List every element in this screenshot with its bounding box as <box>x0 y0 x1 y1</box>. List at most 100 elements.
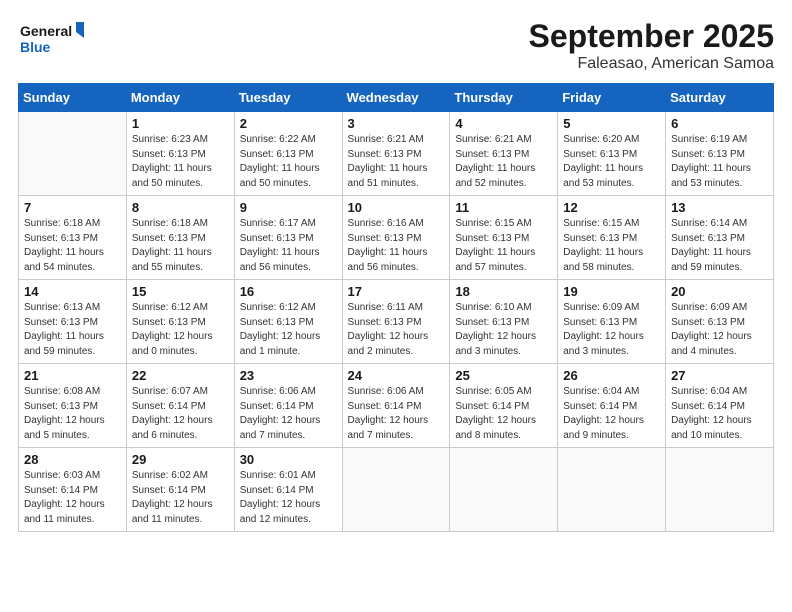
day-number: 14 <box>24 284 121 299</box>
day-info: Sunrise: 6:07 AMSunset: 6:14 PMDaylight:… <box>132 385 229 443</box>
day-number: 30 <box>240 452 337 467</box>
calendar-week-row-1: 1 Sunrise: 6:23 AMSunset: 6:13 PMDaylight… <box>19 112 774 196</box>
col-header-tuesday: Tuesday <box>234 84 342 112</box>
day-info: Sunrise: 6:18 AMSunset: 6:13 PMDaylight:… <box>24 217 121 275</box>
day-number: 5 <box>563 116 660 131</box>
calendar-week-row-3: 14 Sunrise: 6:13 AMSunset: 6:13 PMDayligh… <box>19 280 774 364</box>
calendar-cell: 26 Sunrise: 6:04 AMSunset: 6:14 PMDayligh… <box>558 364 666 448</box>
svg-text:Blue: Blue <box>20 39 51 55</box>
calendar-cell: 14 Sunrise: 6:13 AMSunset: 6:13 PMDayligh… <box>19 280 127 364</box>
location-title: Faleasao, American Samoa <box>529 55 774 73</box>
day-info: Sunrise: 6:11 AMSunset: 6:13 PMDaylight:… <box>348 301 445 359</box>
day-number: 22 <box>132 368 229 383</box>
day-number: 11 <box>455 200 552 215</box>
col-header-sunday: Sunday <box>19 84 127 112</box>
calendar-cell: 3 Sunrise: 6:21 AMSunset: 6:13 PMDaylight… <box>342 112 450 196</box>
logo: GeneralBlue <box>18 18 88 58</box>
day-info: Sunrise: 6:14 AMSunset: 6:13 PMDaylight:… <box>671 217 768 275</box>
day-number: 1 <box>132 116 229 131</box>
day-info: Sunrise: 6:18 AMSunset: 6:13 PMDaylight:… <box>132 217 229 275</box>
day-number: 28 <box>24 452 121 467</box>
day-info: Sunrise: 6:22 AMSunset: 6:13 PMDaylight:… <box>240 133 337 191</box>
day-info: Sunrise: 6:12 AMSunset: 6:13 PMDaylight:… <box>240 301 337 359</box>
month-title: September 2025 <box>529 18 774 55</box>
calendar-week-row-4: 21 Sunrise: 6:08 AMSunset: 6:13 PMDayligh… <box>19 364 774 448</box>
calendar-cell: 6Sunrise: 6:19 AMSunset: 6:13 PMDaylight… <box>666 112 774 196</box>
day-info: Sunrise: 6:04 AMSunset: 6:14 PMDaylight:… <box>563 385 660 443</box>
svg-text:General: General <box>20 23 72 39</box>
day-info: Sunrise: 6:03 AMSunset: 6:14 PMDaylight:… <box>24 469 121 527</box>
calendar-cell: 10 Sunrise: 6:16 AMSunset: 6:13 PMDayligh… <box>342 196 450 280</box>
day-number: 27 <box>671 368 768 383</box>
calendar-header-row: SundayMondayTuesdayWednesdayThursdayFrid… <box>19 84 774 112</box>
col-header-thursday: Thursday <box>450 84 558 112</box>
day-number: 16 <box>240 284 337 299</box>
day-number: 9 <box>240 200 337 215</box>
day-number: 4 <box>455 116 552 131</box>
calendar-cell: 16 Sunrise: 6:12 AMSunset: 6:13 PMDayligh… <box>234 280 342 364</box>
calendar-cell: 5 Sunrise: 6:20 AMSunset: 6:13 PMDaylight… <box>558 112 666 196</box>
calendar-cell: 19 Sunrise: 6:09 AMSunset: 6:13 PMDayligh… <box>558 280 666 364</box>
day-number: 21 <box>24 368 121 383</box>
day-info: Sunrise: 6:12 AMSunset: 6:13 PMDaylight:… <box>132 301 229 359</box>
calendar-cell: 8Sunrise: 6:18 AMSunset: 6:13 PMDaylight… <box>126 196 234 280</box>
day-number: 10 <box>348 200 445 215</box>
day-number: 24 <box>348 368 445 383</box>
day-info: Sunrise: 6:05 AMSunset: 6:14 PMDaylight:… <box>455 385 552 443</box>
day-info: Sunrise: 6:20 AMSunset: 6:13 PMDaylight:… <box>563 133 660 191</box>
calendar-cell: 25 Sunrise: 6:05 AMSunset: 6:14 PMDayligh… <box>450 364 558 448</box>
calendar-cell <box>450 448 558 532</box>
calendar-cell: 2 Sunrise: 6:22 AMSunset: 6:13 PMDaylight… <box>234 112 342 196</box>
calendar-cell: 24Sunrise: 6:06 AMSunset: 6:14 PMDayligh… <box>342 364 450 448</box>
day-info: Sunrise: 6:16 AMSunset: 6:13 PMDaylight:… <box>348 217 445 275</box>
day-number: 12 <box>563 200 660 215</box>
day-number: 18 <box>455 284 552 299</box>
calendar-cell: 30 Sunrise: 6:01 AMSunset: 6:14 PMDayligh… <box>234 448 342 532</box>
calendar-cell: 23Sunrise: 6:06 AMSunset: 6:14 PMDayligh… <box>234 364 342 448</box>
day-info: Sunrise: 6:09 AMSunset: 6:13 PMDaylight:… <box>671 301 768 359</box>
day-number: 19 <box>563 284 660 299</box>
day-number: 6 <box>671 116 768 131</box>
day-number: 20 <box>671 284 768 299</box>
day-info: Sunrise: 6:02 AMSunset: 6:14 PMDaylight:… <box>132 469 229 527</box>
day-number: 13 <box>671 200 768 215</box>
day-info: Sunrise: 6:08 AMSunset: 6:13 PMDaylight:… <box>24 385 121 443</box>
day-info: Sunrise: 6:01 AMSunset: 6:14 PMDaylight:… <box>240 469 337 527</box>
day-number: 25 <box>455 368 552 383</box>
calendar-cell: 4 Sunrise: 6:21 AMSunset: 6:13 PMDaylight… <box>450 112 558 196</box>
calendar-cell: 13 Sunrise: 6:14 AMSunset: 6:13 PMDayligh… <box>666 196 774 280</box>
calendar-cell: 21 Sunrise: 6:08 AMSunset: 6:13 PMDayligh… <box>19 364 127 448</box>
day-info: Sunrise: 6:15 AMSunset: 6:13 PMDaylight:… <box>455 217 552 275</box>
logo-svg: GeneralBlue <box>18 18 88 58</box>
calendar-cell: 18Sunrise: 6:10 AMSunset: 6:13 PMDayligh… <box>450 280 558 364</box>
title-block: September 2025 Faleasao, American Samoa <box>529 18 774 73</box>
calendar-cell: 12Sunrise: 6:15 AMSunset: 6:13 PMDayligh… <box>558 196 666 280</box>
day-info: Sunrise: 6:23 AMSunset: 6:13 PMDaylight:… <box>132 133 229 191</box>
day-info: Sunrise: 6:21 AMSunset: 6:13 PMDaylight:… <box>455 133 552 191</box>
calendar-cell: 29 Sunrise: 6:02 AMSunset: 6:14 PMDayligh… <box>126 448 234 532</box>
day-number: 29 <box>132 452 229 467</box>
calendar-cell: 7Sunrise: 6:18 AMSunset: 6:13 PMDaylight… <box>19 196 127 280</box>
calendar-cell: 22 Sunrise: 6:07 AMSunset: 6:14 PMDayligh… <box>126 364 234 448</box>
calendar-cell: 17 Sunrise: 6:11 AMSunset: 6:13 PMDayligh… <box>342 280 450 364</box>
page: GeneralBlue September 2025 Faleasao, Ame… <box>0 0 792 612</box>
day-number: 2 <box>240 116 337 131</box>
day-number: 17 <box>348 284 445 299</box>
day-number: 26 <box>563 368 660 383</box>
col-header-saturday: Saturday <box>666 84 774 112</box>
calendar-cell: 1 Sunrise: 6:23 AMSunset: 6:13 PMDaylight… <box>126 112 234 196</box>
calendar-cell <box>19 112 127 196</box>
calendar-cell: 20 Sunrise: 6:09 AMSunset: 6:13 PMDayligh… <box>666 280 774 364</box>
calendar-cell <box>342 448 450 532</box>
day-info: Sunrise: 6:09 AMSunset: 6:13 PMDaylight:… <box>563 301 660 359</box>
calendar-week-row-2: 7Sunrise: 6:18 AMSunset: 6:13 PMDaylight… <box>19 196 774 280</box>
day-info: Sunrise: 6:21 AMSunset: 6:13 PMDaylight:… <box>348 133 445 191</box>
col-header-friday: Friday <box>558 84 666 112</box>
calendar-cell: 9Sunrise: 6:17 AMSunset: 6:13 PMDaylight… <box>234 196 342 280</box>
calendar-cell <box>558 448 666 532</box>
col-header-monday: Monday <box>126 84 234 112</box>
day-info: Sunrise: 6:13 AMSunset: 6:13 PMDaylight:… <box>24 301 121 359</box>
calendar-cell <box>666 448 774 532</box>
day-number: 3 <box>348 116 445 131</box>
header: GeneralBlue September 2025 Faleasao, Ame… <box>18 18 774 73</box>
